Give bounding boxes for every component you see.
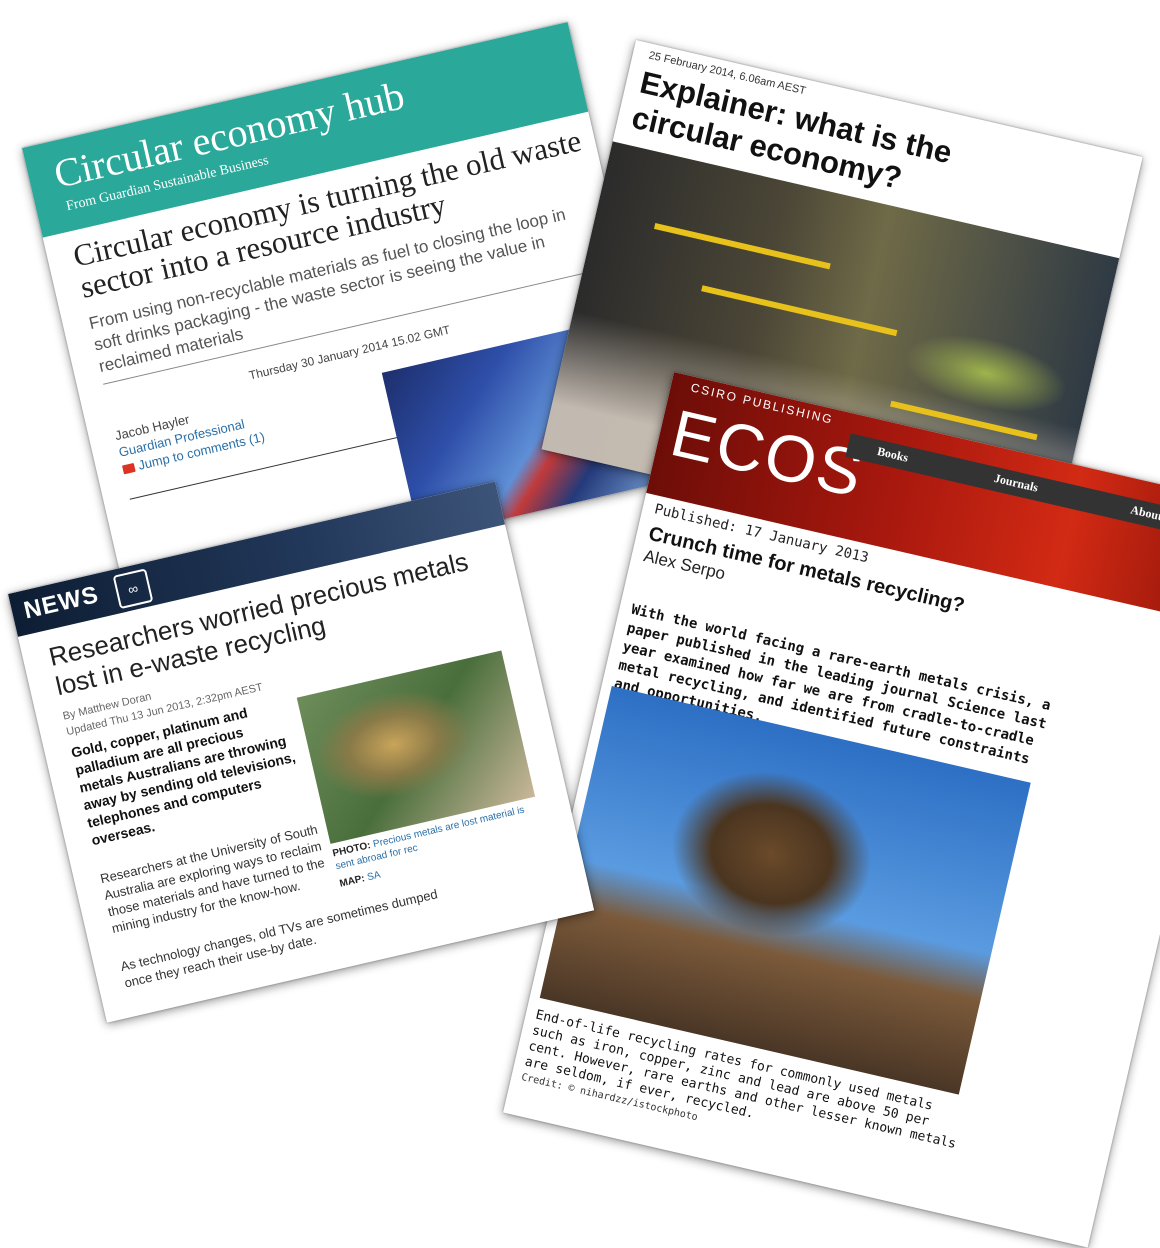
nav-books[interactable]: Books xyxy=(876,444,910,466)
map-link[interactable]: SA xyxy=(366,870,381,884)
nav-about-us[interactable]: About Us xyxy=(1129,502,1160,527)
abc-logo-icon: ∞ xyxy=(112,568,154,610)
yellow-rail xyxy=(653,223,831,270)
comment-icon xyxy=(122,463,136,475)
yellow-rail xyxy=(701,285,898,337)
abc-map-row: MAP: SA xyxy=(339,870,382,890)
abc-news-clipping: NEWS ∞ Researchers worried precious meta… xyxy=(8,481,595,1023)
map-label: MAP: xyxy=(338,873,366,890)
nav-journals[interactable]: Journals xyxy=(993,471,1040,496)
ecos-clipping: CSIRO PUBLISHING ECOS Books Journals Abo… xyxy=(503,372,1160,1248)
news-brand: NEWS xyxy=(21,581,102,625)
ecos-nav: Books Journals About Us xyxy=(845,433,1160,550)
